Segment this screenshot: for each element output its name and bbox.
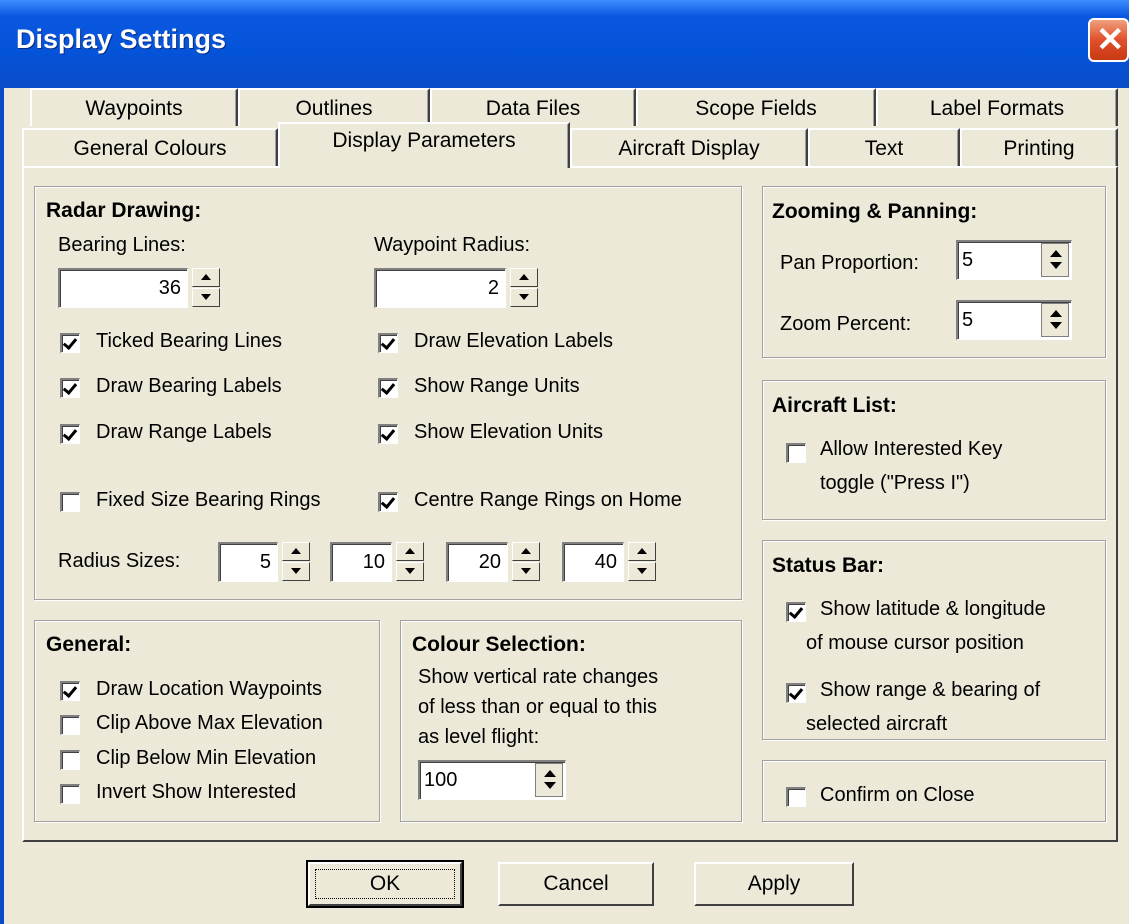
show-elevation-units-checkbox[interactable] bbox=[378, 424, 398, 444]
spin-down-arrow-icon[interactable] bbox=[396, 562, 424, 581]
radar-drawing-title: Radar Drawing: bbox=[46, 199, 202, 222]
radius-size-input[interactable]: 10 bbox=[330, 542, 392, 582]
clip-below-min-elevation-label: Clip Below Min Elevation bbox=[96, 747, 317, 769]
draw-elevation-labels-label: Draw Elevation Labels bbox=[414, 330, 613, 352]
waypoint-radius-input[interactable]: 2 bbox=[374, 268, 506, 308]
colour-selection-title: Colour Selection: bbox=[412, 633, 586, 656]
apply-button-label: Apply bbox=[747, 872, 801, 895]
waypoint-radius-label: Waypoint Radius: bbox=[374, 234, 530, 256]
spin-arrows-icon[interactable] bbox=[1041, 243, 1069, 277]
radius-size-value: 40 bbox=[594, 551, 617, 573]
draw-location-waypoints-label: Draw Location Waypoints bbox=[96, 678, 323, 700]
show-range-bearing-label-line2: selected aircraft bbox=[806, 713, 948, 735]
spin-up-arrow-icon[interactable] bbox=[628, 542, 656, 561]
spin-up-arrow-icon[interactable] bbox=[512, 542, 540, 561]
fixed-size-bearing-rings-label: Fixed Size Bearing Rings bbox=[96, 489, 321, 511]
ok-button[interactable]: OK bbox=[306, 860, 464, 908]
bearing-lines-value: 36 bbox=[158, 277, 181, 299]
clip-below-min-elevation-checkbox[interactable] bbox=[60, 750, 80, 770]
cancel-button[interactable]: Cancel bbox=[498, 862, 654, 906]
confirm-on-close-label: Confirm on Close bbox=[820, 784, 975, 806]
invert-show-interested-label: Invert Show Interested bbox=[96, 781, 297, 803]
spin-down-arrow-icon[interactable] bbox=[192, 288, 220, 307]
colour-selection-desc-line1: Show vertical rate changes bbox=[418, 666, 659, 688]
fixed-size-bearing-rings-checkbox[interactable] bbox=[60, 492, 80, 512]
general-title: General: bbox=[46, 633, 132, 656]
draw-range-labels-checkbox[interactable] bbox=[60, 424, 80, 444]
spin-up-arrow-icon[interactable] bbox=[282, 542, 310, 561]
clip-above-max-elevation-checkbox[interactable] bbox=[60, 715, 80, 735]
radius-size-value: 10 bbox=[362, 551, 385, 573]
draw-location-waypoints-checkbox[interactable] bbox=[60, 681, 80, 701]
pan-proportion-label: Pan Proportion: bbox=[780, 252, 919, 274]
pan-proportion-value: 5 bbox=[962, 249, 974, 271]
draw-elevation-labels-checkbox[interactable] bbox=[378, 333, 398, 353]
spin-down-arrow-icon[interactable] bbox=[628, 562, 656, 581]
radius-size-spinner[interactable] bbox=[282, 542, 310, 582]
radius-size-input[interactable]: 5 bbox=[218, 542, 278, 582]
radius-size-value: 5 bbox=[259, 551, 271, 573]
spin-up-arrow-icon[interactable] bbox=[396, 542, 424, 561]
allow-interested-key-checkbox[interactable] bbox=[786, 443, 806, 463]
allow-interested-key-label-line2: toggle ("Press I") bbox=[820, 472, 970, 494]
spin-down-arrow-icon[interactable] bbox=[282, 562, 310, 581]
radius-size-value: 20 bbox=[478, 551, 501, 573]
apply-button[interactable]: Apply bbox=[694, 862, 854, 906]
bearing-lines-label: Bearing Lines: bbox=[58, 234, 186, 256]
colour-selection-desc-line2: of less than or equal to this bbox=[418, 696, 658, 718]
spin-up-arrow-icon[interactable] bbox=[192, 268, 220, 287]
draw-range-labels-label: Draw Range Labels bbox=[96, 421, 272, 443]
show-elevation-units-label: Show Elevation Units bbox=[414, 421, 603, 443]
waypoint-radius-spinner[interactable] bbox=[510, 268, 538, 308]
aircraft-list-title: Aircraft List: bbox=[772, 394, 897, 417]
focus-ring bbox=[315, 869, 455, 899]
centre-range-rings-checkbox[interactable] bbox=[378, 492, 398, 512]
colour-selection-desc-line3: as level flight: bbox=[418, 726, 540, 748]
show-lat-long-label-line2: of mouse cursor position bbox=[806, 632, 1024, 654]
ticked-bearing-lines-checkbox[interactable] bbox=[60, 333, 80, 353]
spin-down-arrow-icon[interactable] bbox=[510, 288, 538, 307]
spin-down-arrow-icon[interactable] bbox=[512, 562, 540, 581]
clip-above-max-elevation-label: Clip Above Max Elevation bbox=[96, 712, 323, 734]
radius-sizes-label: Radius Sizes: bbox=[58, 550, 181, 572]
zooming-panning-title: Zooming & Panning: bbox=[772, 200, 978, 223]
show-range-bearing-label: Show range & bearing of bbox=[820, 679, 1041, 701]
radius-size-spinner[interactable] bbox=[396, 542, 424, 582]
zoom-percent-value: 5 bbox=[962, 309, 974, 331]
spin-arrows-icon[interactable] bbox=[1041, 303, 1069, 337]
draw-bearing-labels-checkbox[interactable] bbox=[60, 378, 80, 398]
zoom-percent-input[interactable]: 5 bbox=[956, 300, 1072, 340]
radius-size-input[interactable]: 20 bbox=[446, 542, 508, 582]
level-flight-rate-input[interactable]: 100 bbox=[418, 760, 566, 800]
allow-interested-key-label: Allow Interested Key bbox=[820, 438, 1003, 460]
confirm-on-close-checkbox[interactable] bbox=[786, 787, 806, 807]
draw-bearing-labels-label: Draw Bearing Labels bbox=[96, 375, 282, 397]
spin-arrows-icon[interactable] bbox=[535, 763, 563, 797]
zoom-percent-label: Zoom Percent: bbox=[780, 313, 912, 335]
radius-size-spinner[interactable] bbox=[628, 542, 656, 582]
radius-size-spinner[interactable] bbox=[512, 542, 540, 582]
level-flight-rate-value: 100 bbox=[424, 769, 458, 791]
show-range-units-label: Show Range Units bbox=[414, 375, 580, 397]
status-bar-title: Status Bar: bbox=[772, 554, 885, 577]
bearing-lines-input[interactable]: 36 bbox=[58, 268, 188, 308]
ticked-bearing-lines-label: Ticked Bearing Lines bbox=[96, 330, 283, 352]
bearing-lines-spinner[interactable] bbox=[192, 268, 220, 308]
invert-show-interested-checkbox[interactable] bbox=[60, 784, 80, 804]
show-lat-long-checkbox[interactable] bbox=[786, 602, 806, 622]
cancel-button-label: Cancel bbox=[543, 872, 609, 895]
spin-up-arrow-icon[interactable] bbox=[510, 268, 538, 287]
waypoint-radius-value: 2 bbox=[487, 277, 499, 299]
show-range-units-checkbox[interactable] bbox=[378, 378, 398, 398]
show-range-bearing-checkbox[interactable] bbox=[786, 683, 806, 703]
centre-range-rings-label: Centre Range Rings on Home bbox=[414, 489, 682, 511]
pan-proportion-input[interactable]: 5 bbox=[956, 240, 1072, 280]
show-lat-long-label: Show latitude & longitude bbox=[820, 598, 1046, 620]
radius-size-input[interactable]: 40 bbox=[562, 542, 624, 582]
